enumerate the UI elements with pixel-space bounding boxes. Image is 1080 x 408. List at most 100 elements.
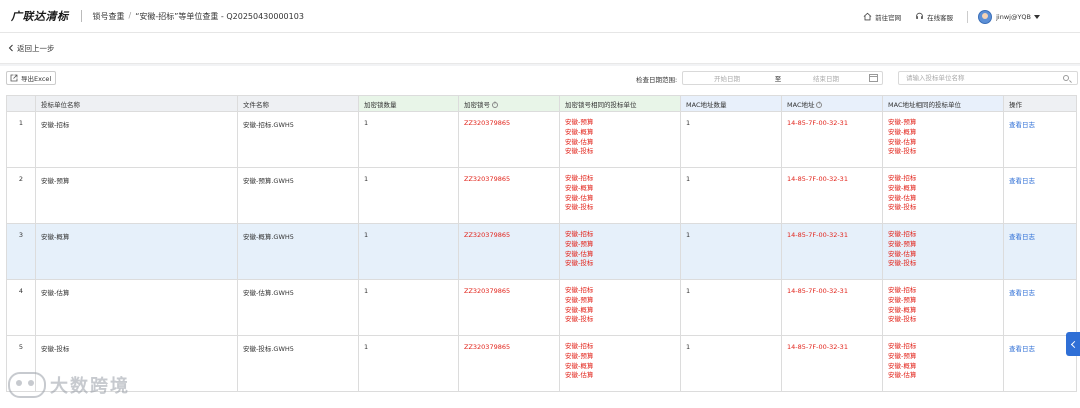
- calendar-icon[interactable]: [869, 74, 878, 82]
- action-cell: 查看日志: [1003, 167, 1077, 224]
- help-icon[interactable]: ?: [492, 101, 498, 108]
- lock-count: 1: [358, 167, 459, 224]
- start-date-input[interactable]: 开始日期: [683, 73, 771, 83]
- user-avatar[interactable]: [978, 9, 993, 24]
- header-actions: 前往官网 在线客服 jinwj@YQB: [863, 0, 1080, 33]
- support-label: 在线客服: [927, 13, 954, 22]
- file-name: 安徽-概算.GWH5: [237, 223, 359, 280]
- search-input[interactable]: [906, 74, 1056, 82]
- col-same-mac: MAC地址相同的投标单位: [882, 95, 1004, 112]
- export-excel-button[interactable]: 导出Excel: [6, 71, 57, 85]
- end-date-input[interactable]: 结束日期: [785, 73, 867, 83]
- col-mac: MAC地址?: [781, 95, 883, 112]
- export-icon: [10, 74, 18, 82]
- lock-count: 1: [358, 335, 459, 392]
- file-name: 安徽-估算.GWH5: [237, 279, 359, 336]
- same-mac-units: 安徽-招标 安徽-概算 安徽-估算 安徽-投标: [882, 167, 1004, 224]
- mac-address: 14-85-7F-00-32-31: [781, 111, 883, 168]
- side-collapse-tab[interactable]: [1066, 332, 1080, 356]
- chevron-left-icon: [1070, 340, 1078, 348]
- col-mac-count: MAC地址数量: [680, 95, 782, 112]
- same-lock-units: 安徽-招标 安徽-概算 安徽-估算 安徽-投标: [559, 167, 681, 224]
- back-label: 返回上一步: [17, 43, 55, 53]
- col-mac-label: MAC地址: [787, 100, 815, 109]
- view-log-link[interactable]: 查看日志: [1009, 177, 1035, 185]
- breadcrumb-separator: /: [128, 10, 132, 20]
- date-range-picker[interactable]: 开始日期 至 结束日期: [682, 71, 883, 85]
- action-cell: 查看日志: [1003, 223, 1077, 280]
- same-mac-units: 安徽-预算 安徽-概算 安徽-估算 安徽-投标: [882, 111, 1004, 168]
- same-lock-units: 安徽-预算 安徽-概算 安徽-估算 安徽-投标: [559, 111, 681, 168]
- unit-name: 安徽-预算: [35, 167, 238, 224]
- date-range-separator: 至: [774, 75, 782, 83]
- app-logo[interactable]: 广联达清标: [11, 8, 69, 24]
- mac-address: 14-85-7F-00-32-31: [781, 167, 883, 224]
- same-lock-units: 安徽-招标 安徽-预算 安徽-概算 安徽-估算: [559, 335, 681, 392]
- same-unit-item: 安徽-估算: [565, 371, 594, 380]
- official-site-label: 前往官网: [875, 13, 902, 22]
- watermark-logo-icon: [8, 372, 46, 398]
- date-range-label: 检查日期范围:: [636, 76, 678, 84]
- file-name: 安徽-招标.GWH5: [237, 111, 359, 168]
- table-row[interactable]: 4 安徽-估算 安徽-估算.GWH5 1 ZZ320379865 安徽-招标 安徽-预算 安徽…: [6, 279, 1077, 336]
- lock-no: ZZ320379865: [458, 335, 560, 392]
- table-row[interactable]: 1 安徽-招标 安徽-招标.GWH5 1 ZZ320379865 安徽-预算 安徽-概算 安徽…: [6, 111, 1077, 168]
- same-unit-item: 安徽-投标: [888, 259, 917, 268]
- same-unit-item: 安徽-投标: [888, 203, 917, 212]
- table-header-row: 投标单位名称 文件名称 加密锁数量 加密锁号? 加密锁号相同的投标单位 MAC地…: [6, 95, 1077, 112]
- breadcrumb-root[interactable]: 锁号查重: [93, 11, 125, 22]
- back-bar: 返回上一步: [0, 33, 1080, 64]
- lock-no: ZZ320379865: [458, 167, 560, 224]
- same-unit-item: 安徽-投标: [888, 315, 917, 324]
- lock-no: ZZ320379865: [458, 279, 560, 336]
- user-name[interactable]: jinwj@YQB: [996, 13, 1031, 21]
- table-row[interactable]: 3 安徽-概算 安徽-概算.GWH5 1 ZZ320379865 安徽-招标 安徽-预算 安徽…: [6, 223, 1077, 280]
- unit-name: 安徽-估算: [35, 279, 238, 336]
- same-unit-item: 安徽-投标: [565, 259, 594, 268]
- view-log-link[interactable]: 查看日志: [1009, 233, 1035, 241]
- same-unit-item: 安徽-投标: [565, 147, 594, 156]
- lock-no: ZZ320379865: [458, 223, 560, 280]
- help-icon[interactable]: ?: [816, 101, 823, 108]
- breadcrumb: 锁号查重 / “安徽-招标”等单位查重 - Q20250430000103: [93, 11, 304, 22]
- mac-address: 14-85-7F-00-32-31: [781, 335, 883, 392]
- home-icon: [863, 12, 872, 21]
- col-same-lock: 加密锁号相同的投标单位: [559, 95, 681, 112]
- same-lock-units: 安徽-招标 安徽-预算 安徽-概算 安徽-投标: [559, 279, 681, 336]
- col-lock-count: 加密锁数量: [358, 95, 459, 112]
- export-label: 导出Excel: [21, 75, 52, 83]
- search-field[interactable]: [898, 71, 1078, 85]
- main-panel: 导出Excel 检查日期范围: 开始日期 至 结束日期 投标单位名称 文件名称 …: [0, 66, 1080, 408]
- mac-count: 1: [680, 223, 782, 280]
- file-name: 安徽-投标.GWH5: [237, 335, 359, 392]
- file-name: 安徽-预算.GWH5: [237, 167, 359, 224]
- official-site-link[interactable]: 前往官网: [863, 12, 901, 22]
- support-link[interactable]: 在线客服: [915, 12, 953, 22]
- table-row[interactable]: 5 安徽-投标 安徽-投标.GWH5 1 ZZ320379865 安徽-招标 安徽-预算 安徽…: [6, 335, 1077, 392]
- col-lock-no-label: 加密锁号: [464, 100, 490, 109]
- same-mac-units: 安徽-招标 安徽-预算 安徽-概算 安徽-投标: [882, 279, 1004, 336]
- same-unit-item: 安徽-投标: [888, 147, 917, 156]
- result-table: 投标单位名称 文件名称 加密锁数量 加密锁号? 加密锁号相同的投标单位 MAC地…: [6, 95, 1077, 392]
- header-divider-right: [967, 10, 969, 23]
- view-log-link[interactable]: 查看日志: [1009, 345, 1035, 353]
- view-log-link[interactable]: 查看日志: [1009, 289, 1035, 297]
- col-index: [6, 95, 36, 112]
- table-row[interactable]: 2 安徽-预算 安徽-预算.GWH5 1 ZZ320379865 安徽-招标 安徽-概算 安徽…: [6, 167, 1077, 224]
- chevron-down-icon[interactable]: [1034, 14, 1040, 19]
- lock-no: ZZ320379865: [458, 111, 560, 168]
- breadcrumb-current: “安徽-招标”等单位查重 - Q20250430000103: [135, 11, 304, 21]
- search-icon[interactable]: [1063, 75, 1069, 81]
- action-cell: 查看日志: [1003, 111, 1077, 168]
- view-log-link[interactable]: 查看日志: [1009, 121, 1035, 129]
- col-action: 操作: [1003, 95, 1077, 112]
- mac-count: 1: [680, 111, 782, 168]
- mac-count: 1: [680, 167, 782, 224]
- col-file-name: 文件名称: [237, 95, 359, 112]
- lock-count: 1: [358, 223, 459, 280]
- unit-name: 安徽-概算: [35, 223, 238, 280]
- back-button[interactable]: 返回上一步: [8, 43, 55, 54]
- unit-name: 安徽-招标: [35, 111, 238, 168]
- same-unit-item: 安徽-投标: [565, 203, 594, 212]
- top-bar: 广联达清标 锁号查重 / “安徽-招标”等单位查重 - Q20250430000…: [0, 0, 1080, 33]
